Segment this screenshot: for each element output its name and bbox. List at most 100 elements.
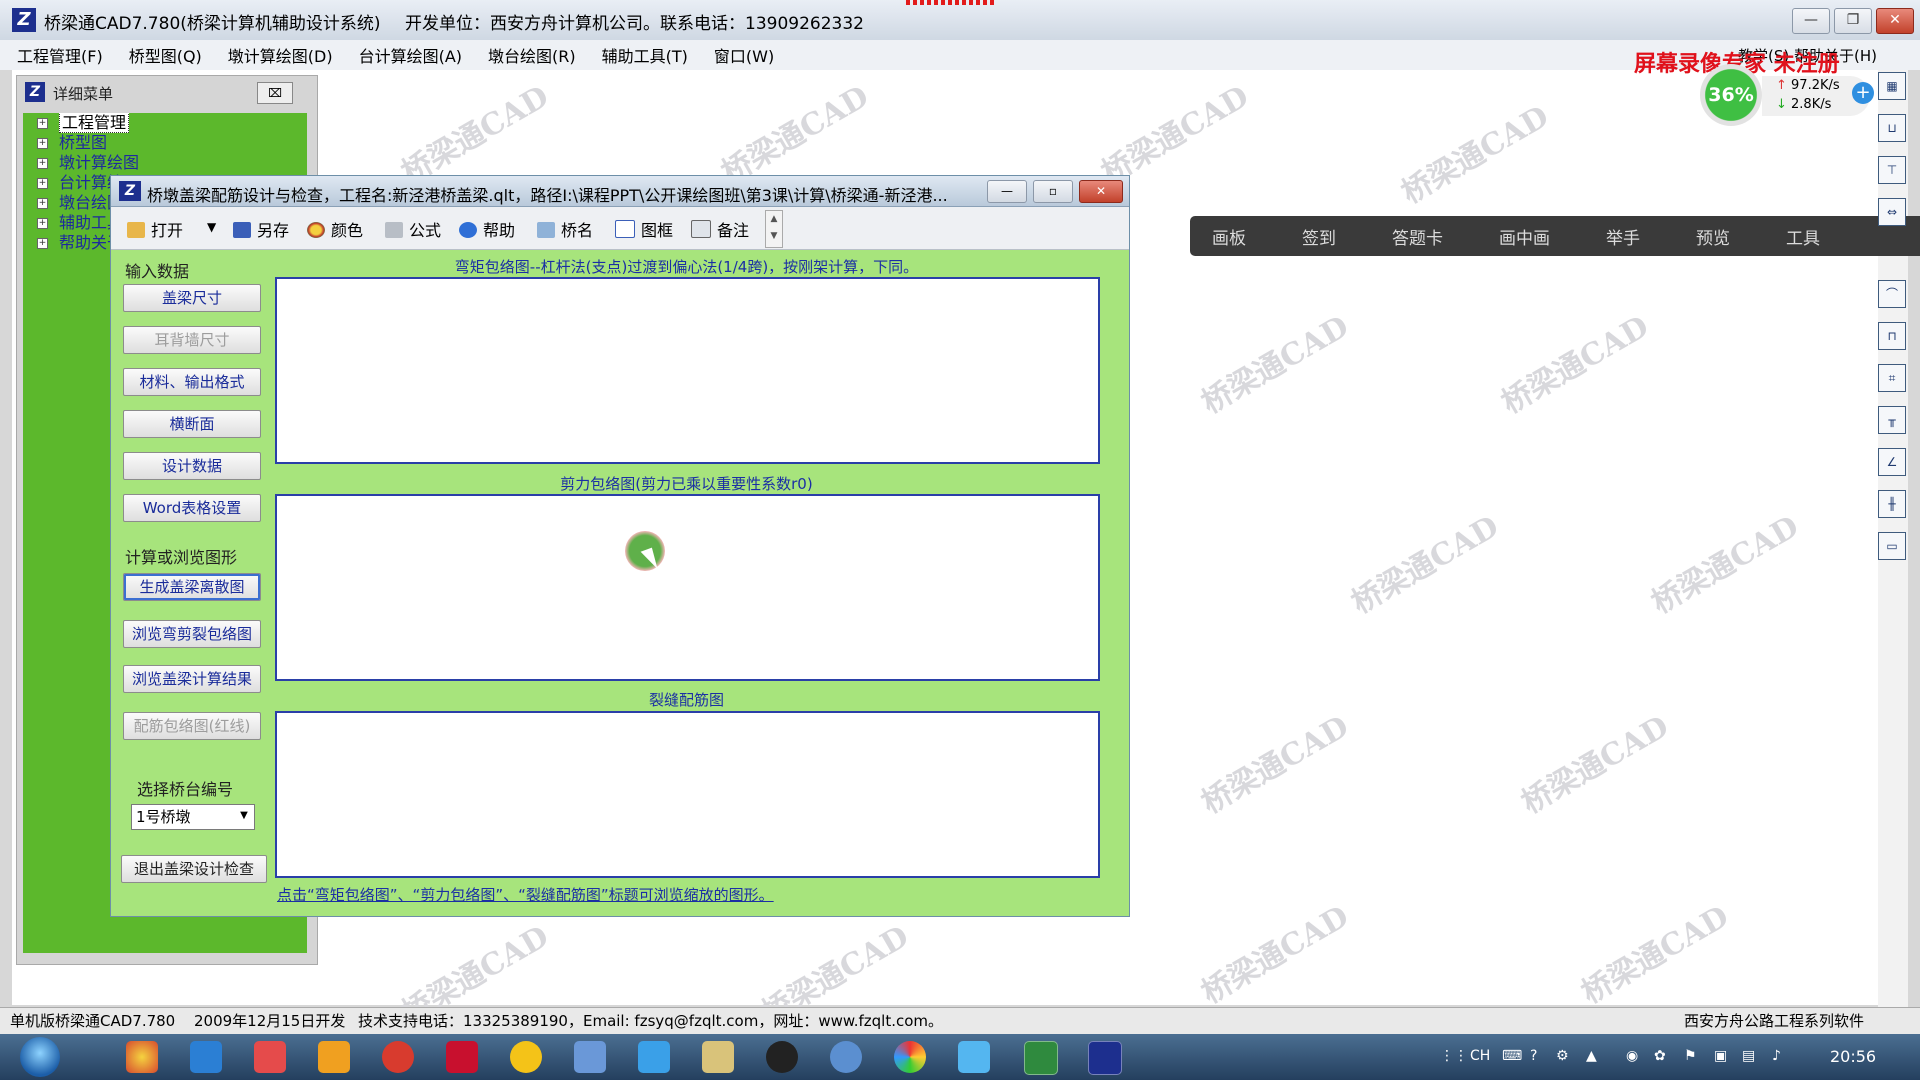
cloud-taskbar-icon[interactable] bbox=[638, 1041, 670, 1073]
browse-results-button[interactable]: 浏览盖梁计算结果 bbox=[123, 665, 261, 693]
truss-tool-icon[interactable]: ╫ bbox=[1878, 490, 1906, 518]
exit-cap-design-button[interactable]: 退出盖梁设计检查 bbox=[121, 855, 267, 883]
menu-abutment-calc[interactable]: 台计算绘图(A) bbox=[350, 43, 471, 67]
class-tool-preview[interactable]: 预览 bbox=[1696, 224, 1730, 249]
material-output-button[interactable]: 材料、输出格式 bbox=[123, 368, 261, 396]
expand-icon[interactable]: + bbox=[37, 238, 48, 249]
wps-taskbar-icon[interactable] bbox=[318, 1041, 350, 1073]
moment-envelope-title[interactable]: 弯矩包络图--杠杆法(支点)过渡到偏心法(1/4跨)，按刚架计算，下同。 bbox=[275, 257, 1098, 277]
angle-tool-icon[interactable]: ∠ bbox=[1878, 448, 1906, 476]
pier-select[interactable]: 1号桥墩 ▼ bbox=[131, 804, 255, 830]
grid-tool-icon[interactable]: ▦ bbox=[1878, 72, 1906, 100]
menu-pier-calc[interactable]: 墩计算绘图(D) bbox=[219, 43, 342, 67]
frame-button[interactable]: 图框 bbox=[615, 217, 673, 241]
bridge-name-button[interactable]: 桥名 bbox=[537, 217, 593, 241]
video-taskbar-icon[interactable] bbox=[446, 1041, 478, 1073]
tree-item-pier-calc[interactable]: + 墩计算绘图 bbox=[23, 153, 307, 173]
expand-icon[interactable]: + bbox=[37, 178, 48, 189]
browse-envelope-button[interactable]: 浏览弯剪裂包络图 bbox=[123, 620, 261, 648]
scroll-up-icon[interactable]: ▲ bbox=[766, 211, 782, 228]
class-tool-tools[interactable]: 工具 bbox=[1786, 224, 1820, 249]
stair-tool-icon[interactable]: ⌗ bbox=[1878, 364, 1906, 392]
speed-plus-button[interactable]: + bbox=[1852, 82, 1874, 104]
class-tool-signin[interactable]: 签到 bbox=[1302, 224, 1336, 249]
class-tool-answer-card[interactable]: 答题卡 bbox=[1392, 224, 1443, 249]
toolbar-scroll[interactable]: ▲ ▼ bbox=[765, 210, 783, 248]
bent-tool-icon[interactable]: ╥ bbox=[1878, 406, 1906, 434]
help-tray-icon[interactable]: ? bbox=[1530, 1048, 1537, 1064]
scroll-down-icon[interactable]: ▼ bbox=[766, 228, 782, 245]
dialog-restore-button[interactable]: ▫ bbox=[1033, 180, 1073, 203]
expand-icon[interactable]: + bbox=[37, 138, 48, 149]
save-as-button[interactable]: 另存 bbox=[233, 217, 289, 241]
player-taskbar-icon[interactable] bbox=[382, 1041, 414, 1073]
app-taskbar-icon[interactable] bbox=[190, 1041, 222, 1073]
formula-button[interactable]: 公式 bbox=[385, 217, 441, 241]
class-tool-raise-hand[interactable]: 举手 bbox=[1606, 224, 1640, 249]
open-dropdown-arrow[interactable]: ▼ bbox=[207, 220, 216, 234]
color-app-taskbar-icon[interactable] bbox=[894, 1041, 926, 1073]
dialog-minimize-button[interactable]: — bbox=[987, 180, 1027, 203]
word-table-settings-button[interactable]: Word表格设置 bbox=[123, 494, 261, 522]
moment-envelope-canvas[interactable] bbox=[275, 277, 1100, 464]
color-button[interactable]: 颜色 bbox=[307, 217, 363, 241]
menu-project[interactable]: 工程管理(F) bbox=[8, 43, 112, 67]
app2-taskbar-icon[interactable] bbox=[958, 1041, 990, 1073]
flag-tray-icon[interactable]: ⚑ bbox=[1684, 1048, 1697, 1064]
close-button[interactable]: ✕ bbox=[1876, 8, 1914, 34]
tree-item-project[interactable]: + 工程管理 bbox=[23, 113, 307, 133]
dialog-close-button[interactable]: ✕ bbox=[1079, 180, 1123, 203]
beam-tool-icon[interactable]: ⊔ bbox=[1878, 114, 1906, 142]
crack-rebar-canvas[interactable] bbox=[275, 711, 1100, 878]
excel-taskbar-icon[interactable] bbox=[1024, 1041, 1058, 1075]
back-wall-size-button[interactable]: 耳背墙尺寸 bbox=[123, 326, 261, 354]
design-data-button[interactable]: 设计数据 bbox=[123, 452, 261, 480]
generate-discrete-diagram-button[interactable]: 生成盖梁离散图 bbox=[123, 573, 261, 601]
menu-bridge-type[interactable]: 桥型图(Q) bbox=[120, 43, 211, 67]
rebar-envelope-button[interactable]: 配筋包络图(红线) bbox=[123, 712, 261, 740]
expand-icon[interactable]: + bbox=[37, 198, 48, 209]
note-button[interactable]: 备注 bbox=[691, 217, 749, 241]
tree-item-bridge-type[interactable]: + 桥型图 bbox=[23, 133, 307, 153]
expand-icon[interactable]: + bbox=[37, 158, 48, 169]
volume-tray-icon[interactable]: ♪ bbox=[1772, 1048, 1781, 1064]
network-taskbar-icon[interactable] bbox=[830, 1041, 862, 1073]
browser-taskbar-icon[interactable] bbox=[510, 1041, 542, 1073]
pier-tool-icon[interactable]: ⊓ bbox=[1878, 322, 1906, 350]
shear-envelope-canvas[interactable] bbox=[275, 494, 1100, 681]
keyboard-icon[interactable]: ⌨ bbox=[1502, 1048, 1522, 1064]
class-tool-board[interactable]: 画板 bbox=[1212, 224, 1246, 249]
start-button[interactable] bbox=[20, 1037, 60, 1077]
cross-section-button[interactable]: 横断面 bbox=[123, 410, 261, 438]
crack-rebar-title[interactable]: 裂缝配筋图 bbox=[275, 690, 1098, 710]
t-beam-tool-icon[interactable]: ⊤ bbox=[1878, 156, 1906, 184]
expand-icon[interactable]: + bbox=[37, 118, 48, 129]
cap-beam-size-button[interactable]: 盖梁尺寸 bbox=[123, 284, 261, 312]
panel-close-button[interactable]: ⌧ bbox=[257, 82, 293, 104]
menu-tools[interactable]: 辅助工具(T) bbox=[593, 43, 697, 67]
frame-tool-icon[interactable]: ▭ bbox=[1878, 532, 1906, 560]
menu-window[interactable]: 窗口(W) bbox=[705, 43, 783, 67]
show-hidden-icon[interactable]: ▲ bbox=[1586, 1048, 1597, 1064]
expand-icon[interactable]: + bbox=[37, 218, 48, 229]
security-tray-icon[interactable]: ◉ bbox=[1626, 1048, 1638, 1064]
shear-envelope-title[interactable]: 剪力包络图(剪力已乘以重要性系数r0) bbox=[275, 474, 1098, 494]
open-button[interactable]: 打开 bbox=[127, 217, 183, 241]
restore-button[interactable]: ❐ bbox=[1834, 8, 1872, 34]
chat-taskbar-icon[interactable] bbox=[574, 1041, 606, 1073]
network-tray-icon[interactable]: ▤ bbox=[1742, 1048, 1755, 1064]
app-tray-icon[interactable]: ✿ bbox=[1654, 1048, 1666, 1064]
folder-taskbar-icon[interactable] bbox=[702, 1041, 734, 1073]
chrome-taskbar-icon[interactable] bbox=[126, 1041, 158, 1073]
dimension-tool-icon[interactable]: ⇔ bbox=[1878, 198, 1906, 226]
class-tool-pip[interactable]: 画中画 bbox=[1499, 224, 1550, 249]
help-button[interactable]: 帮助 bbox=[459, 217, 515, 241]
settings-tray-icon[interactable]: ⚙ bbox=[1556, 1048, 1569, 1064]
minimize-button[interactable]: — bbox=[1792, 8, 1830, 34]
arch-tool-icon[interactable]: ⌒ bbox=[1878, 280, 1906, 308]
menu-pier-drawing[interactable]: 墩台绘图(R) bbox=[479, 43, 585, 67]
qq-taskbar-icon[interactable] bbox=[766, 1041, 798, 1073]
device-tray-icon[interactable]: ▣ bbox=[1714, 1048, 1727, 1064]
dropdown-arrow-icon[interactable]: ▼ bbox=[236, 808, 252, 824]
record-taskbar-icon[interactable] bbox=[254, 1041, 286, 1073]
